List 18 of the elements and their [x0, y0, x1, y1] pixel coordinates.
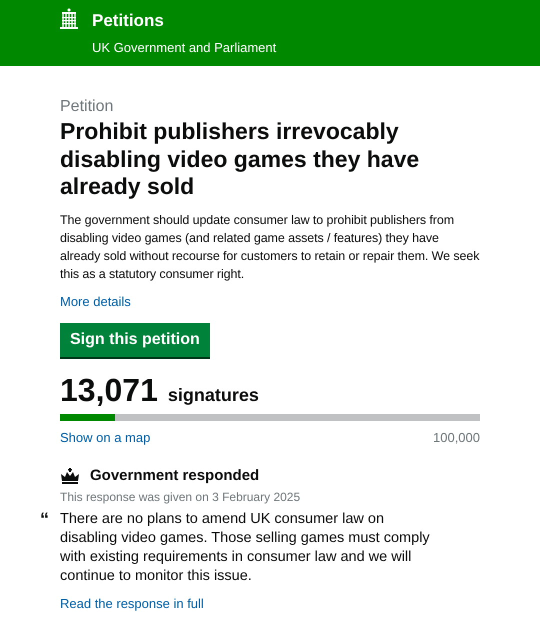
signature-count: 13,071 [60, 373, 158, 408]
petition-title: Prohibit publishers irrevocably disabling video games they have already sold [60, 118, 420, 201]
response-heading: Government responded [90, 467, 260, 484]
site-subtitle: UK Government and Parliament [92, 40, 276, 55]
signature-target: 100,000 [433, 430, 480, 446]
sign-petition-button[interactable]: Sign this petition [60, 323, 210, 358]
response-date: This response was given on 3 February 2025 [60, 490, 302, 504]
petition-label: Petition [60, 98, 114, 116]
read-response-link[interactable]: Read the response in full [60, 596, 204, 611]
petition-description: The government should update consumer law to prohibit publishers from disabling video games (and related game assets / features) they have already sold without recourse for customers to retain or repair them. We seek this as a statutory consumer right. [60, 212, 480, 284]
show-map-link[interactable]: Show on a map [60, 430, 150, 446]
more-details-link[interactable]: More details [60, 294, 131, 310]
crown-icon [60, 468, 80, 484]
response-quote: There are no plans to amend UK consumer law on disabling video games. Those selling games must comply with existing requirements in consumer law and we will continue to monitor this issue. [60, 510, 431, 586]
quote-mark: “ [40, 510, 50, 532]
signatures-label: signatures [168, 386, 259, 406]
site-title: Petitions [92, 10, 165, 32]
portcullis-icon [60, 8, 78, 30]
